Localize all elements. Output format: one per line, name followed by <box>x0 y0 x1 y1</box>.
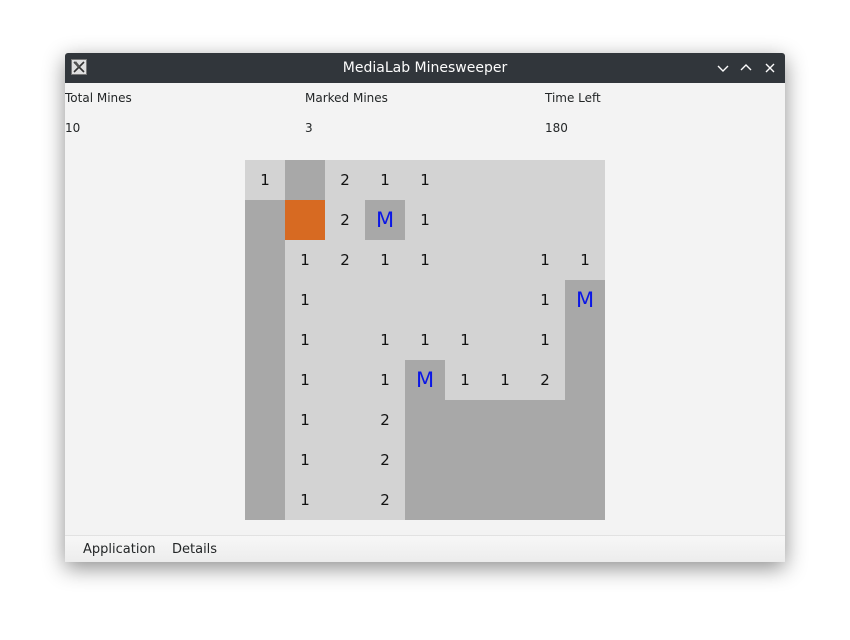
cell-hidden[interactable] <box>245 480 285 520</box>
cell-hidden[interactable] <box>485 440 525 480</box>
cell-number[interactable]: 1 <box>285 480 325 520</box>
cell-hidden[interactable] <box>525 440 565 480</box>
cell-number[interactable]: 1 <box>445 360 485 400</box>
cell-number[interactable]: 1 <box>285 440 325 480</box>
cell-empty[interactable] <box>325 440 365 480</box>
cell-hidden[interactable] <box>285 160 325 200</box>
cell-number[interactable]: 1 <box>365 360 405 400</box>
cell-hidden[interactable] <box>445 440 485 480</box>
cell-hidden[interactable] <box>565 360 605 400</box>
cell-number[interactable]: 2 <box>365 400 405 440</box>
cell-number[interactable]: 1 <box>285 240 325 280</box>
cell-hidden[interactable] <box>445 400 485 440</box>
cell-empty[interactable] <box>325 320 365 360</box>
cell-number[interactable]: 1 <box>285 360 325 400</box>
cell-number[interactable]: 1 <box>405 240 445 280</box>
cell-empty[interactable] <box>565 160 605 200</box>
cell-hidden[interactable] <box>565 480 605 520</box>
cell-hidden[interactable] <box>405 440 445 480</box>
time-left-value: 180 <box>545 121 568 135</box>
cell-hidden[interactable] <box>245 240 285 280</box>
cell-empty[interactable] <box>525 160 565 200</box>
cell-empty[interactable] <box>325 280 365 320</box>
cell-number[interactable]: 1 <box>285 400 325 440</box>
cell-empty[interactable] <box>525 200 565 240</box>
cell-hidden[interactable] <box>485 400 525 440</box>
cell-flagged[interactable]: M <box>405 360 445 400</box>
cell-empty[interactable] <box>325 360 365 400</box>
cell-number[interactable]: 1 <box>365 240 405 280</box>
window-title: MediaLab Minesweeper <box>342 60 508 76</box>
minimize-icon[interactable] <box>715 60 731 76</box>
cell-number[interactable]: 2 <box>365 480 405 520</box>
cell-number[interactable]: 1 <box>525 240 565 280</box>
menu-details[interactable]: Details <box>166 536 223 562</box>
cell-empty[interactable] <box>325 480 365 520</box>
cell-hidden[interactable] <box>245 200 285 240</box>
cell-number[interactable]: 1 <box>565 240 605 280</box>
cell-number[interactable]: 1 <box>405 160 445 200</box>
minefield-grid: 12112M112111111M1111111M112121212 <box>245 160 605 520</box>
cell-number[interactable]: 2 <box>325 200 365 240</box>
cell-number[interactable]: 2 <box>325 160 365 200</box>
cell-empty[interactable] <box>485 280 525 320</box>
total-mines-value: 10 <box>65 121 81 135</box>
cell-hidden[interactable] <box>245 400 285 440</box>
cell-hidden[interactable] <box>525 480 565 520</box>
cell-hidden[interactable] <box>525 400 565 440</box>
menu-application[interactable]: Application <box>77 536 162 562</box>
cell-empty[interactable] <box>445 200 485 240</box>
cell-number[interactable]: 1 <box>285 320 325 360</box>
cell-hidden[interactable] <box>245 320 285 360</box>
cell-empty[interactable] <box>325 400 365 440</box>
marked-mines-value: 3 <box>305 121 313 135</box>
cell-number[interactable]: 1 <box>485 360 525 400</box>
cell-hidden[interactable] <box>405 480 445 520</box>
cell-hidden[interactable] <box>565 320 605 360</box>
cell-number[interactable]: 1 <box>525 320 565 360</box>
cell-empty[interactable] <box>485 240 525 280</box>
cell-number[interactable]: 1 <box>525 280 565 320</box>
cell-number[interactable]: 1 <box>285 280 325 320</box>
cell-empty[interactable] <box>445 240 485 280</box>
cell-flagged[interactable]: M <box>565 280 605 320</box>
cell-number[interactable]: 2 <box>365 440 405 480</box>
cell-exploded-mine[interactable] <box>285 200 325 240</box>
menu-bar: Application Details <box>65 535 785 562</box>
cell-hidden[interactable] <box>245 440 285 480</box>
cell-number[interactable]: 2 <box>525 360 565 400</box>
cell-empty[interactable] <box>405 280 445 320</box>
cell-number[interactable]: 2 <box>325 240 365 280</box>
cell-hidden[interactable] <box>445 480 485 520</box>
marked-mines-label: Marked Mines <box>305 91 388 105</box>
cell-hidden[interactable] <box>245 360 285 400</box>
cell-number[interactable]: 1 <box>365 160 405 200</box>
cell-hidden[interactable] <box>485 480 525 520</box>
cell-empty[interactable] <box>445 280 485 320</box>
cell-empty[interactable] <box>485 320 525 360</box>
cell-number[interactable]: 1 <box>365 320 405 360</box>
cell-empty[interactable] <box>445 160 485 200</box>
time-left-label: Time Left <box>545 91 601 105</box>
maximize-icon[interactable] <box>738 60 754 76</box>
close-icon[interactable] <box>762 60 778 76</box>
cell-number[interactable]: 1 <box>405 200 445 240</box>
cell-empty[interactable] <box>485 160 525 200</box>
cell-hidden[interactable] <box>565 400 605 440</box>
cell-empty[interactable] <box>565 200 605 240</box>
cell-empty[interactable] <box>365 280 405 320</box>
cell-number[interactable]: 1 <box>445 320 485 360</box>
cell-hidden[interactable] <box>405 400 445 440</box>
cell-hidden[interactable] <box>245 280 285 320</box>
total-mines-label: Total Mines <box>65 91 132 105</box>
main-window: MediaLab Minesweeper Total Mines Marked … <box>65 53 785 562</box>
cell-flagged[interactable]: M <box>365 200 405 240</box>
title-bar[interactable]: MediaLab Minesweeper <box>65 53 785 83</box>
cell-empty[interactable] <box>485 200 525 240</box>
cell-hidden[interactable] <box>565 440 605 480</box>
cell-number[interactable]: 1 <box>405 320 445 360</box>
cell-number[interactable]: 1 <box>245 160 285 200</box>
